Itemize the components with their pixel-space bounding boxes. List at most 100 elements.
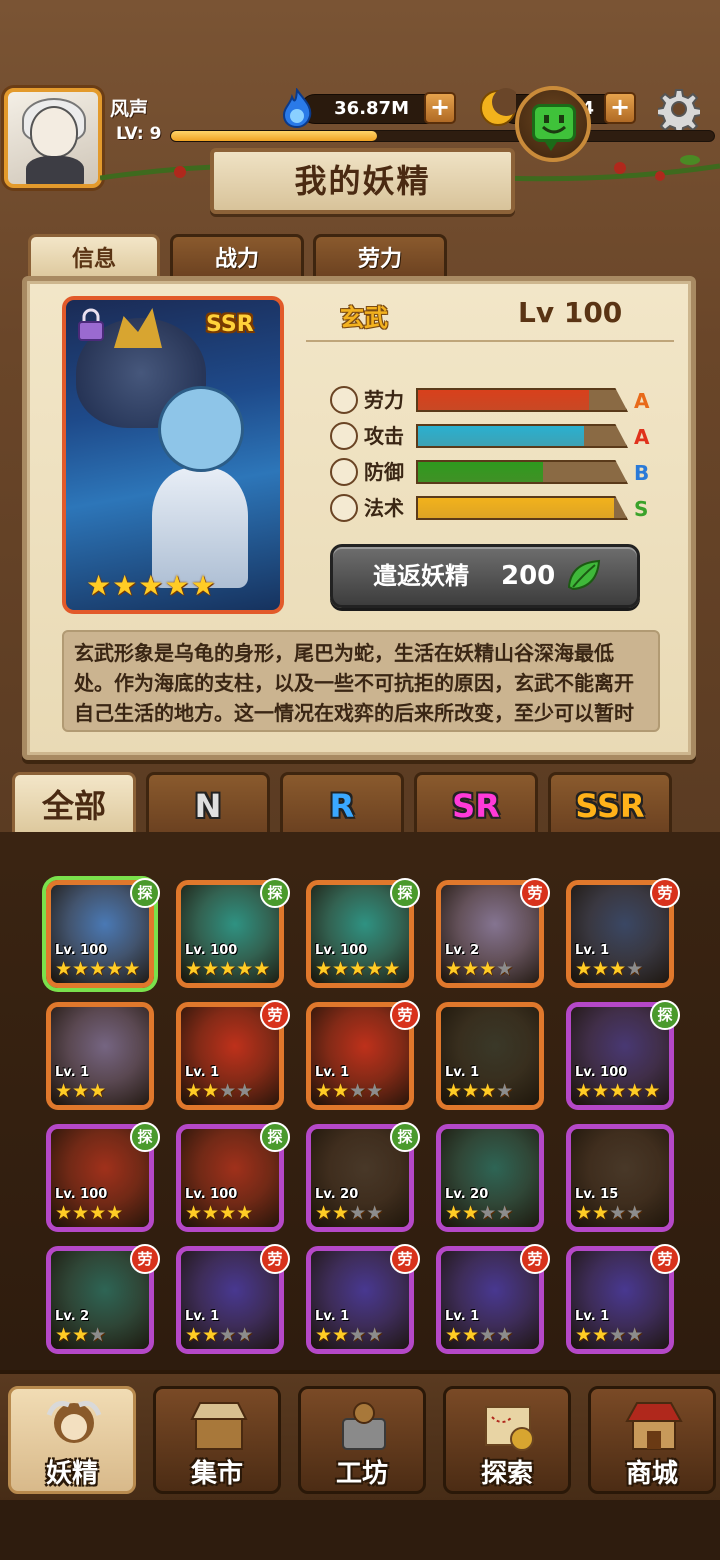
spirit-stars: ★ ★ ★ ★ bbox=[315, 1203, 383, 1223]
working-badge: 劳 bbox=[520, 878, 550, 908]
settings-gear-icon[interactable] bbox=[658, 88, 700, 130]
tab-power[interactable]: 战力 bbox=[170, 234, 304, 280]
star-icon: ★ bbox=[479, 1080, 497, 1102]
filter-label: SSR bbox=[575, 787, 645, 825]
star-icon: ★ bbox=[496, 958, 514, 980]
star-icon: ★ bbox=[626, 958, 644, 980]
spirit-card[interactable]: Lv. 20 ★ ★ ★ ★ bbox=[436, 1124, 544, 1232]
star-icon: ★ bbox=[72, 1080, 90, 1102]
star-icon: ★ bbox=[366, 1080, 384, 1102]
stat-label: 攻击 bbox=[364, 424, 404, 448]
star-icon: ★ bbox=[575, 1324, 593, 1346]
star-icon: ★ bbox=[185, 1202, 203, 1224]
star-icon: ★ bbox=[366, 1202, 384, 1224]
filter-label: N bbox=[194, 787, 222, 825]
star-icon: ★ bbox=[236, 1080, 254, 1102]
nav-market[interactable]: 集市 bbox=[153, 1386, 281, 1494]
star-icon: ★ bbox=[462, 1080, 480, 1102]
spirit-level-label: Lv. 20 bbox=[445, 1187, 489, 1202]
nav-label: 集市 bbox=[190, 1459, 243, 1489]
nav-explore-map[interactable]: 探索 bbox=[443, 1386, 571, 1494]
spirit-card[interactable]: Lv. 1 ★ ★ ★ bbox=[46, 1002, 154, 1110]
player-avatar[interactable] bbox=[4, 88, 102, 188]
star-icon: ★ bbox=[123, 958, 141, 980]
star-icon: ★ bbox=[643, 1080, 661, 1102]
spirit-level-label: Lv. 100 bbox=[315, 943, 368, 958]
spirit-stars: ★ ★ ★ ★ ★ bbox=[575, 1081, 660, 1101]
star-icon: ★ bbox=[202, 1202, 220, 1224]
star-icon: ★ bbox=[366, 1324, 384, 1346]
spirit-level-label: Lv. 1 bbox=[315, 1065, 350, 1080]
nav-spirit[interactable]: 妖精 bbox=[8, 1386, 136, 1494]
tab-info[interactable]: 信息 bbox=[28, 234, 160, 280]
star-icon: ★ bbox=[190, 569, 216, 602]
spirit-stars: ★ ★ ★ ★ bbox=[315, 1325, 383, 1345]
filter-tab-n[interactable]: N bbox=[146, 772, 270, 836]
star-icon: ★ bbox=[609, 958, 627, 980]
stat-bar-fill bbox=[418, 498, 614, 518]
dismiss-spirit-button[interactable]: 遣返妖精 200 bbox=[330, 544, 640, 608]
star-icon: ★ bbox=[202, 958, 220, 980]
filter-tab-sr[interactable]: SR bbox=[414, 772, 538, 836]
star-icon: ★ bbox=[185, 1324, 203, 1346]
dismiss-cost: 200 bbox=[501, 561, 556, 591]
spirit-card[interactable]: Lv. 15 ★ ★ ★ ★ bbox=[566, 1124, 674, 1232]
add-moon-coins-button[interactable]: + bbox=[604, 92, 636, 124]
spirit-stars: ★ ★ ★ ★ ★ bbox=[185, 959, 270, 979]
star-icon: ★ bbox=[575, 958, 593, 980]
stat-bar-fill bbox=[418, 462, 543, 482]
star-icon: ★ bbox=[462, 1324, 480, 1346]
filter-tab-ssr[interactable]: SSR bbox=[548, 772, 672, 836]
spirit-card[interactable]: Lv. 1 ★ ★ ★ ★ bbox=[436, 1002, 544, 1110]
xp-fill bbox=[171, 131, 378, 141]
spirit-level-label: Lv. 15 bbox=[575, 1187, 619, 1202]
star-icon: ★ bbox=[496, 1202, 514, 1224]
filter-label: 全部 bbox=[41, 787, 106, 825]
star-icon: ★ bbox=[332, 1080, 350, 1102]
star-icon: ★ bbox=[575, 1080, 593, 1102]
star-icon: ★ bbox=[86, 569, 112, 602]
spirit-level-label: Lv. 20 bbox=[315, 1187, 359, 1202]
spirit-stars: ★ ★ ★ ★ bbox=[315, 1081, 383, 1101]
working-badge: 劳 bbox=[130, 1244, 160, 1274]
spirit-level: Lv 100 bbox=[518, 296, 623, 329]
spirit-level-label: Lv. 100 bbox=[55, 943, 108, 958]
moon-coin-icon bbox=[480, 88, 516, 126]
stat-row: 劳力 A bbox=[330, 386, 660, 414]
add-gems-button[interactable]: + bbox=[424, 92, 456, 124]
filter-tab-r[interactable]: R bbox=[280, 772, 404, 836]
star-icon: ★ bbox=[202, 1324, 220, 1346]
filter-tab-all[interactable]: 全部 bbox=[12, 772, 136, 836]
lock-icon[interactable] bbox=[76, 308, 106, 342]
star-icon: ★ bbox=[315, 1080, 333, 1102]
stat-bar bbox=[416, 496, 628, 520]
star-icon: ★ bbox=[55, 1080, 73, 1102]
working-badge: 劳 bbox=[390, 1244, 420, 1274]
explore-map-icon bbox=[485, 1406, 534, 1451]
nav-label: 妖精 bbox=[45, 1459, 98, 1489]
star-icon: ★ bbox=[445, 1324, 463, 1346]
star-icon: ★ bbox=[236, 1202, 254, 1224]
spirit-stars: ★ ★ ★ bbox=[55, 1081, 106, 1101]
stat-bar-fill bbox=[418, 426, 585, 446]
spirit-level-label: Lv. 1 bbox=[185, 1065, 220, 1080]
stat-grade: S bbox=[634, 497, 649, 521]
star-icon: ★ bbox=[462, 958, 480, 980]
exploring-badge: 探 bbox=[390, 1122, 420, 1152]
tab-labor[interactable]: 劳力 bbox=[313, 234, 447, 280]
spirit-level-label: Lv. 1 bbox=[445, 1309, 480, 1324]
spirit-name: 玄武 bbox=[340, 304, 388, 332]
spirit-stars: ★ ★ ★ ★ bbox=[185, 1203, 253, 1223]
stat-grade: A bbox=[634, 389, 650, 413]
star-icon: ★ bbox=[383, 958, 401, 980]
exploring-badge: 探 bbox=[260, 878, 290, 908]
star-icon: ★ bbox=[72, 958, 90, 980]
star-icon: ★ bbox=[185, 958, 203, 980]
spirit-stars: ★ ★ ★ ★ bbox=[445, 1325, 513, 1345]
star-icon: ★ bbox=[89, 1202, 107, 1224]
stat-grade: A bbox=[634, 425, 650, 449]
nav-shop[interactable]: 商城 bbox=[588, 1386, 716, 1494]
nav-workshop[interactable]: 工坊 bbox=[298, 1386, 426, 1494]
stat-label: 法术 bbox=[364, 496, 404, 520]
spirit-stars: ★ ★ ★ ★ bbox=[55, 1203, 123, 1223]
